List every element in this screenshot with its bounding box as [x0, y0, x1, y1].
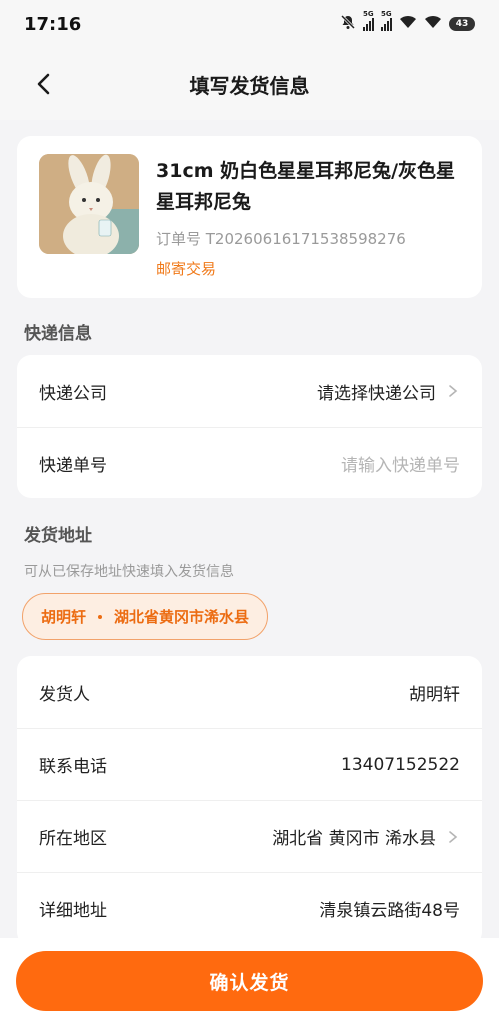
- saved-address-region: 湖北省黄冈市浠水县: [114, 608, 250, 626]
- wifi-icon: [399, 15, 417, 33]
- product-thumbnail: [39, 154, 139, 254]
- separator-dot: [98, 614, 103, 619]
- sender-address-row[interactable]: 详细地址 清泉镇云路街48号: [17, 872, 482, 944]
- trade-type: 邮寄交易: [156, 260, 217, 278]
- saved-address-name: 胡明轩: [41, 608, 87, 626]
- bottom-bar: 确认发货: [0, 938, 499, 1024]
- sender-name-row[interactable]: 发货人 胡明轩: [17, 656, 482, 728]
- chevron-right-icon: [449, 830, 458, 843]
- express-number-label: 快递单号: [39, 456, 107, 476]
- express-company-row[interactable]: 快递公司 请选择快递公司: [17, 355, 482, 427]
- chevron-left-icon: [37, 73, 50, 95]
- bell-muted-icon: [340, 14, 356, 34]
- nav-bar: 填写发货信息: [0, 48, 499, 120]
- sender-region-row[interactable]: 所在地区 湖北省 黄冈市 浠水县: [17, 800, 482, 872]
- express-company-select[interactable]: 请选择快递公司: [317, 379, 460, 404]
- sender-address-label: 详细地址: [39, 901, 107, 921]
- sender-region-value: 湖北省 黄冈市 浠水县: [272, 829, 436, 849]
- express-section-title: 快递信息: [24, 324, 92, 344]
- product-card[interactable]: 31cm 奶白色星星耳邦尼兔/灰色星星耳邦尼兔 订单号 T20260616171…: [17, 136, 482, 298]
- status-bar: 17:16 5G 5G 43: [0, 0, 499, 48]
- express-company-label: 快递公司: [39, 383, 107, 404]
- sender-phone-input[interactable]: 13407152522: [341, 755, 460, 775]
- sender-card: 发货人 胡明轩 联系电话 13407152522 所在地区 湖北省 黄冈市 浠水…: [17, 656, 482, 946]
- wifi-icon-2: [424, 15, 442, 33]
- express-card: 快递公司 请选择快递公司 快递单号 请输入快递单号: [17, 355, 482, 498]
- product-title: 31cm 奶白色星星耳邦尼兔/灰色星星耳邦尼兔: [156, 160, 456, 213]
- sender-phone-row[interactable]: 联系电话 13407152522: [17, 728, 482, 800]
- signal-icon-1: 5G: [363, 10, 374, 31]
- status-time: 17:16: [24, 13, 82, 35]
- sender-name-label: 发货人: [39, 684, 90, 705]
- confirm-shipment-button[interactable]: 确认发货: [16, 951, 483, 1011]
- sender-phone-label: 联系电话: [39, 757, 107, 777]
- sender-address-input[interactable]: 清泉镇云路街48号: [319, 896, 460, 921]
- express-number-row[interactable]: 快递单号 请输入快递单号: [17, 427, 482, 499]
- chevron-right-icon: [449, 385, 458, 397]
- order-number: 订单号 T20260616171538598276: [156, 230, 406, 248]
- sender-region-label: 所在地区: [39, 829, 107, 849]
- sender-section-title: 发货地址: [24, 526, 92, 546]
- battery-icon: 43: [449, 17, 475, 31]
- sender-name-input[interactable]: 胡明轩: [409, 680, 460, 705]
- page-title: 填写发货信息: [189, 73, 310, 98]
- sender-region-select[interactable]: 湖北省 黄冈市 浠水县: [272, 824, 460, 849]
- back-button[interactable]: [30, 70, 58, 98]
- status-icons: 5G 5G 43: [340, 10, 475, 34]
- signal-icon-2: 5G: [381, 10, 392, 31]
- express-number-input[interactable]: 请输入快递单号: [341, 451, 460, 476]
- sender-hint: 可从已保存地址快速填入发货信息: [24, 564, 234, 580]
- express-company-value: 请选择快递公司: [317, 383, 436, 404]
- saved-address-chip[interactable]: 胡明轩 湖北省黄冈市浠水县: [22, 593, 269, 640]
